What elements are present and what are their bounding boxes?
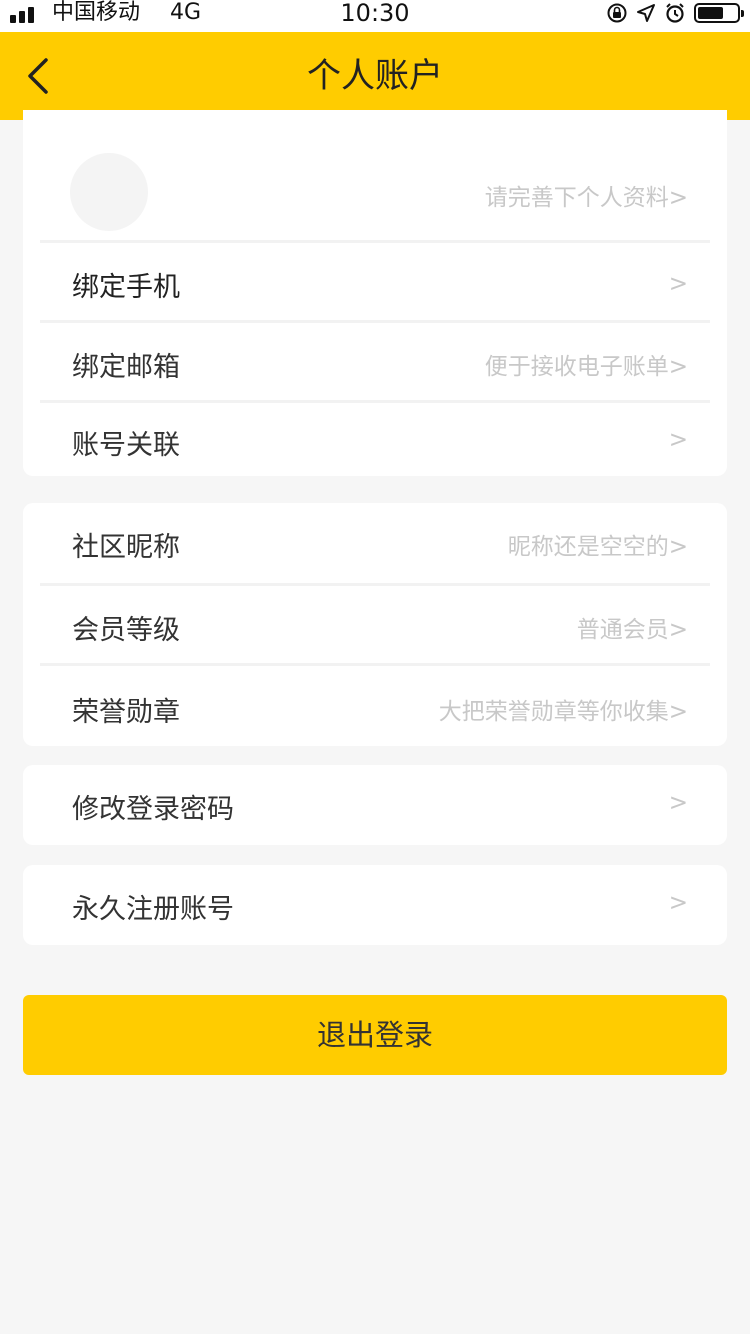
- row-label: 会员等级: [72, 615, 180, 646]
- battery-icon: [694, 3, 744, 23]
- row-label: 修改登录密码: [72, 794, 234, 825]
- permanent-register-row[interactable]: 永久注册账号 >: [23, 865, 727, 945]
- bind-email-row[interactable]: 绑定邮箱 便于接收电子账单>: [40, 323, 710, 401]
- row-hint: >: [668, 790, 688, 816]
- alarm-icon: [666, 3, 684, 23]
- battery-level: [698, 7, 724, 19]
- row-hint: 昵称还是空空的>: [507, 534, 688, 560]
- location-icon: [637, 4, 655, 22]
- row-hint: 便于接收电子账单>: [484, 354, 688, 380]
- row-label: 绑定手机: [72, 272, 180, 303]
- orientation-lock-icon: [607, 3, 627, 23]
- status-bar: 中国移动 4G 10:30: [0, 0, 750, 32]
- row-hint: >: [668, 427, 688, 453]
- row-hint: 大把荣誉勋章等你收集>: [438, 699, 688, 725]
- row-label: 账号关联: [72, 430, 180, 461]
- row-hint: 普通会员>: [576, 617, 688, 643]
- nav-bar: 个人账户: [0, 32, 750, 120]
- status-icons: [606, 1, 744, 25]
- account-link-row[interactable]: 账号关联 >: [40, 403, 710, 476]
- member-level-row[interactable]: 会员等级 普通会员>: [40, 586, 710, 664]
- bind-phone-row[interactable]: 绑定手机 >: [40, 243, 710, 321]
- avatar[interactable]: [70, 153, 148, 231]
- profile-row[interactable]: 请完善下个人资料>: [40, 110, 710, 240]
- account-card: 请完善下个人资料> 绑定手机 > 绑定邮箱 便于接收电子账单> 账号关联 >: [23, 110, 727, 476]
- page-title: 个人账户: [307, 56, 443, 96]
- row-label: 绑定邮箱: [72, 352, 180, 383]
- profile-hint: 请完善下个人资料>: [484, 185, 688, 211]
- row-label: 荣誉勋章: [72, 697, 180, 728]
- row-label: 社区昵称: [72, 532, 180, 563]
- logout-button[interactable]: 退出登录: [23, 995, 727, 1075]
- row-hint: >: [668, 890, 688, 916]
- change-password-row[interactable]: 修改登录密码 >: [23, 765, 727, 845]
- nickname-row[interactable]: 社区昵称 昵称还是空空的>: [40, 503, 710, 583]
- honor-badge-row[interactable]: 荣誉勋章 大把荣誉勋章等你收集>: [40, 666, 710, 746]
- row-hint: >: [668, 271, 688, 297]
- community-card: 社区昵称 昵称还是空空的> 会员等级 普通会员> 荣誉勋章 大把荣誉勋章等你收集…: [23, 503, 727, 746]
- row-label: 永久注册账号: [72, 894, 234, 925]
